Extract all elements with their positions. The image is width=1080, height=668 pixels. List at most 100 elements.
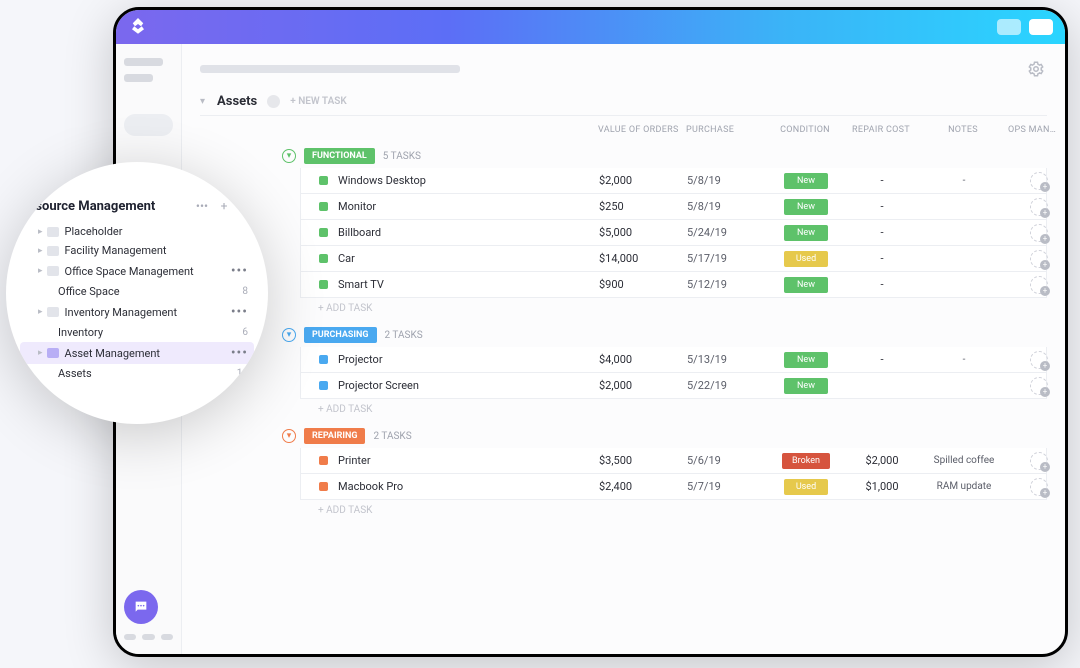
sidebar-list-item[interactable]: Office Space8 <box>20 282 254 301</box>
caret-right-icon: ▸ <box>38 348 43 358</box>
table-row[interactable]: Car $14,000 5/17/19 Used - <box>300 246 1047 272</box>
collapse-icon[interactable]: ▾ <box>282 328 296 342</box>
new-task-button[interactable]: + NEW TASK <box>290 96 347 107</box>
table-row[interactable]: Printer $3,500 5/6/19 Broken $2,000 Spil… <box>300 448 1047 474</box>
plus-icon[interactable]: + <box>216 198 232 214</box>
sidebar-item-label: Inventory <box>58 326 242 339</box>
sidebar-item-label: Inventory Management <box>65 306 231 319</box>
cell-notes: Spilled coffee <box>919 455 1009 466</box>
assign-icon[interactable] <box>1030 452 1048 470</box>
table-column-headers: VALUE OF ORDERS PURCHASE CONDITION REPAI… <box>200 116 1047 144</box>
collapse-icon[interactable]: ▾ <box>282 429 296 443</box>
info-icon[interactable] <box>267 95 280 108</box>
sidebar-folder-item[interactable]: ▸Asset Management••• <box>20 342 254 364</box>
cell-value: $2,000 <box>599 379 687 392</box>
status-chip[interactable]: REPAIRING <box>304 428 365 444</box>
condition-badge[interactable]: Used <box>784 251 828 267</box>
task-name: Smart TV <box>338 278 384 291</box>
sidebar-title: Resource Management <box>20 199 188 214</box>
cell-value: $5,000 <box>599 226 687 239</box>
folder-icon <box>47 266 59 276</box>
condition-badge[interactable]: New <box>784 378 828 394</box>
condition-badge[interactable]: New <box>784 173 828 189</box>
task-name: Projector <box>338 353 383 366</box>
caret-right-icon: ▸ <box>38 246 43 256</box>
cell-purchase: 5/12/19 <box>687 278 767 291</box>
collapse-icon[interactable]: ▾ <box>282 149 296 163</box>
table-row[interactable]: Monitor $250 5/8/19 New - <box>300 194 1047 220</box>
table-row[interactable]: Projector Screen $2,000 5/22/19 New <box>300 373 1047 399</box>
sidebar-folder-item[interactable]: ▸ Facility Management <box>20 241 254 260</box>
more-icon[interactable]: ••• <box>231 304 248 320</box>
cell-repair: - <box>845 278 919 291</box>
item-count: 8 <box>242 286 248 297</box>
task-name: Windows Desktop <box>338 174 426 187</box>
status-square-icon <box>319 482 328 491</box>
gear-icon[interactable] <box>1025 58 1047 80</box>
status-square-icon <box>319 456 328 465</box>
task-group: ▾ REPAIRING 2 TASKS Printer $3,500 5/6/1… <box>300 424 1047 521</box>
caret-right-icon: ▸ <box>38 266 43 276</box>
add-task-button[interactable]: + ADD TASK <box>300 500 1047 521</box>
cell-value: $2,000 <box>599 174 687 187</box>
assign-icon[interactable] <box>1030 478 1048 496</box>
more-icon[interactable]: ••• <box>231 345 248 361</box>
condition-badge[interactable]: New <box>784 199 828 215</box>
assign-icon[interactable] <box>1030 198 1048 216</box>
task-name: Printer <box>338 454 371 467</box>
cell-notes: - <box>919 175 1009 186</box>
assign-icon[interactable] <box>1030 377 1048 395</box>
more-icon[interactable]: ••• <box>231 263 248 279</box>
condition-badge[interactable]: New <box>784 352 828 368</box>
assign-icon[interactable] <box>1030 250 1048 268</box>
condition-badge[interactable]: New <box>784 277 828 293</box>
assign-icon[interactable] <box>1030 276 1048 294</box>
condition-badge[interactable]: New <box>784 225 828 241</box>
status-chip[interactable]: PURCHASING <box>304 327 377 343</box>
sidebar-item-label: Facility Management <box>65 244 248 257</box>
sidebar-list-item[interactable]: Assets10 <box>20 364 254 383</box>
search-placeholder[interactable] <box>124 114 173 136</box>
task-name: Macbook Pro <box>338 480 403 493</box>
assign-icon[interactable] <box>1030 172 1048 190</box>
table-row[interactable]: Billboard $5,000 5/24/19 New - <box>300 220 1047 246</box>
condition-badge[interactable]: Used <box>784 479 828 495</box>
task-count: 2 TASKS <box>373 431 411 442</box>
status-square-icon <box>319 202 328 211</box>
task-count: 2 TASKS <box>385 330 423 341</box>
caret-right-icon: ▸ <box>38 307 43 317</box>
task-name: Monitor <box>338 200 376 213</box>
status-chip[interactable]: FUNCTIONAL <box>304 148 375 164</box>
window-control-2[interactable] <box>1029 19 1053 35</box>
status-square-icon <box>319 355 328 364</box>
task-group: ▾ PURCHASING 2 TASKS Projector $4,000 5/… <box>300 323 1047 420</box>
footer-placeholders <box>124 634 173 640</box>
add-task-button[interactable]: + ADD TASK <box>300 298 1047 319</box>
table-row[interactable]: Macbook Pro $2,400 5/7/19 Used $1,000 RA… <box>300 474 1047 500</box>
condition-badge[interactable]: Broken <box>782 453 830 469</box>
window-control-1[interactable] <box>997 19 1021 35</box>
status-square-icon <box>319 254 328 263</box>
table-row[interactable]: Smart TV $900 5/12/19 New - <box>300 272 1047 298</box>
task-group: ▾ FUNCTIONAL 5 TASKS Windows Desktop $2,… <box>300 144 1047 319</box>
sidebar-folder-item[interactable]: ▸Placeholder <box>20 222 254 241</box>
table-row[interactable]: Windows Desktop $2,000 5/8/19 New - - <box>300 168 1047 194</box>
more-icon[interactable]: ••• <box>194 198 210 214</box>
cell-value: $3,500 <box>599 454 687 467</box>
sidebar-list-item[interactable]: Inventory6 <box>20 323 254 342</box>
caret-down-icon[interactable]: ▾ <box>200 96 205 107</box>
placeholder-line <box>124 74 153 82</box>
page-title: Assets <box>217 94 257 109</box>
col-purchase: PURCHASE <box>686 125 766 135</box>
assign-icon[interactable] <box>1030 351 1048 369</box>
sidebar-folder-item[interactable]: ▸ Inventory Management••• <box>20 301 254 323</box>
assign-icon[interactable] <box>1030 224 1048 242</box>
add-task-button[interactable]: + ADD TASK <box>300 399 1047 420</box>
table-row[interactable]: Projector $4,000 5/13/19 New - - <box>300 347 1047 373</box>
sidebar-bubble: Resource Management ••• + ▸Placeholder ▸ F… <box>6 162 268 424</box>
item-count: 6 <box>242 327 248 338</box>
col-ops: OPS MAN… <box>1008 125 1065 135</box>
chat-icon[interactable] <box>124 590 158 624</box>
cell-repair: - <box>845 200 919 213</box>
sidebar-folder-item[interactable]: ▸Office Space Management••• <box>20 260 254 282</box>
